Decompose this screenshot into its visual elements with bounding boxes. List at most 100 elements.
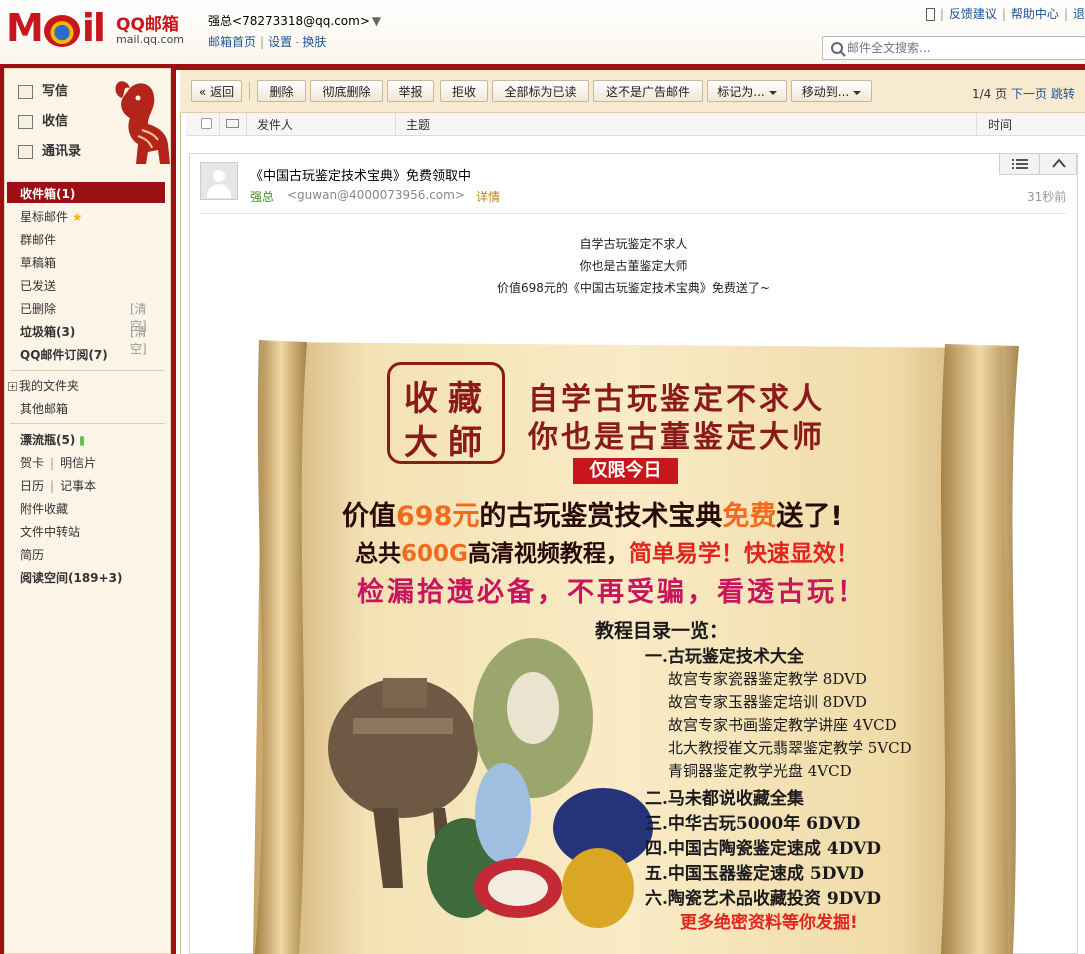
- folder-drafts[interactable]: 草稿箱: [20, 254, 56, 271]
- dropdown-arrow-icon: [768, 90, 777, 95]
- mail-subject: 《中国古玩鉴定技术宝典》免费领取中: [250, 169, 472, 184]
- reading-space-link[interactable]: 阅读空间(189+3): [20, 569, 122, 586]
- feedback-link[interactable]: 反馈建议: [949, 7, 997, 21]
- column-time[interactable]: 时间: [988, 116, 1012, 133]
- folder-starred[interactable]: 星标邮件 ★: [20, 208, 83, 225]
- logout-link[interactable]: 退: [1073, 7, 1085, 21]
- logo-o-icon: [43, 14, 80, 47]
- dropdown-arrow-icon: [853, 90, 862, 95]
- pagination: 1/4 页 下一页 跳转: [972, 85, 1075, 102]
- my-folders-toggle[interactable]: + 我的文件夹: [8, 377, 79, 394]
- user-name: 强总: [208, 14, 233, 28]
- drift-bottle-link[interactable]: 漂流瓶(5): [20, 431, 84, 448]
- resume-link[interactable]: 简历: [20, 546, 44, 563]
- more-resources-text: 更多绝密资料等你发掘!: [680, 913, 858, 933]
- sender-name[interactable]: 强总: [250, 188, 274, 205]
- column-subject[interactable]: 主题: [406, 116, 430, 133]
- compose-button[interactable]: 写信: [18, 80, 68, 99]
- goat-decoration-icon: [115, 81, 170, 164]
- settings-link[interactable]: 设置: [268, 35, 292, 49]
- user-info: 强总<78273318@qq.com> ▼: [208, 12, 381, 29]
- compose-icon: [18, 84, 33, 99]
- not-ad-button[interactable]: 这不是广告邮件: [593, 80, 703, 102]
- folder-deleted[interactable]: 已删除 [清空]: [20, 300, 147, 333]
- calendar-link[interactable]: 日历: [20, 479, 44, 493]
- jump-link[interactable]: 跳转: [1051, 87, 1075, 101]
- bottle-icon: [79, 435, 84, 446]
- search-box[interactable]: [822, 36, 1085, 60]
- search-icon[interactable]: [831, 42, 843, 54]
- toc-item: 五.中国玉器鉴定速成 5DVD: [645, 864, 865, 884]
- account-dropdown-icon[interactable]: ▼: [372, 14, 381, 28]
- select-all-checkbox[interactable]: [201, 118, 212, 129]
- receive-button[interactable]: 收信: [18, 110, 68, 129]
- brand-name: QQ邮箱: [116, 15, 179, 35]
- contacts-button[interactable]: 通讯录: [18, 140, 81, 159]
- collapse-up-icon[interactable]: [1051, 157, 1067, 169]
- expand-icon: +: [8, 382, 17, 391]
- file-transfer-link[interactable]: 文件中转站: [20, 523, 80, 540]
- mail-home-link[interactable]: 邮箱首页: [208, 35, 256, 49]
- toc-item: 一.古玩鉴定技术大全: [645, 647, 804, 667]
- folder-subscriptions[interactable]: QQ邮件订阅(7): [20, 346, 108, 363]
- folder-group[interactable]: 群邮件: [20, 231, 56, 248]
- body-line-1: 自学古玩鉴定不求人: [579, 237, 688, 251]
- report-button[interactable]: 举报: [387, 80, 434, 102]
- help-link[interactable]: 帮助中心: [1011, 7, 1059, 21]
- move-to-dropdown[interactable]: 移动到...: [791, 80, 872, 102]
- mail-header-divider: [200, 213, 1066, 214]
- contacts-icon: [18, 144, 33, 159]
- toc-subitem: 故宫专家玉器鉴定培训 8DVD: [668, 693, 867, 711]
- attachments-link[interactable]: 附件收藏: [20, 500, 68, 517]
- poster-headline-2: 你也是古董鉴定大师: [528, 420, 825, 455]
- mark-all-read-button[interactable]: 全部标为已读: [492, 80, 589, 102]
- user-email: <78273318@qq.com>: [232, 14, 370, 28]
- calendar-links: 日历 | 记事本: [20, 479, 97, 493]
- toc-subitem: 故宫专家瓷器鉴定教学 8DVD: [668, 670, 867, 688]
- permanent-delete-button[interactable]: 彻底删除: [310, 80, 383, 102]
- delete-button[interactable]: 删除: [257, 80, 306, 102]
- next-page-link[interactable]: 下一页: [1011, 87, 1047, 101]
- column-divider: [976, 113, 977, 135]
- top-links: | 反馈建议 | 帮助中心 | 退: [925, 5, 1085, 22]
- promo-line-3: 检漏拾遗必备，不再受骗，看透古玩！: [357, 577, 867, 608]
- today-only-badge: 仅限今日: [573, 458, 678, 484]
- mark-as-dropdown[interactable]: 标记为...: [707, 80, 787, 102]
- reject-button[interactable]: 拒收: [440, 80, 488, 102]
- column-sender[interactable]: 发件人: [257, 116, 293, 133]
- star-icon: ★: [71, 210, 83, 224]
- other-mailbox-link[interactable]: 其他邮箱: [20, 400, 68, 417]
- seal-stamp: 收 藏 大 師: [387, 362, 505, 464]
- sender-avatar[interactable]: [200, 162, 238, 200]
- phone-icon[interactable]: [925, 8, 935, 21]
- column-header-bar: [186, 113, 1085, 136]
- clear-spam-link[interactable]: [清空]: [130, 323, 147, 357]
- postcard-link[interactable]: 明信片: [60, 456, 96, 470]
- notes-link[interactable]: 记事本: [60, 479, 96, 493]
- details-link[interactable]: 详情: [476, 188, 500, 205]
- greeting-card-link[interactable]: 贺卡: [20, 456, 44, 470]
- list-view-icon[interactable]: [1012, 158, 1028, 170]
- column-divider: [395, 113, 396, 135]
- toc-item: 四.中国古陶瓷鉴定速成 4DVD: [645, 839, 882, 859]
- toc-subitem: 北大教授崔文元翡翠鉴定教学 5VCD: [668, 739, 912, 757]
- column-divider: [219, 113, 220, 135]
- toc-title: 教程目录一览：: [595, 620, 729, 642]
- toolbar-divider: [249, 82, 250, 100]
- body-line-2: 你也是古董鉴定大师: [579, 259, 688, 273]
- user-links: 邮箱首页 | 设置 - 换肤: [208, 35, 327, 49]
- qq-mail-logo[interactable]: Mil: [6, 6, 106, 50]
- sidebar-divider: [10, 370, 165, 371]
- folder-sent[interactable]: 已发送: [20, 277, 56, 294]
- back-button[interactable]: « 返回: [191, 80, 242, 102]
- skin-link[interactable]: 换肤: [302, 35, 326, 49]
- folder-spam[interactable]: 垃圾箱(3) [清空]: [20, 323, 147, 356]
- folder-inbox[interactable]: 收件箱(1): [20, 185, 75, 202]
- search-input[interactable]: [845, 39, 1085, 57]
- page-indicator: 1/4 页: [972, 87, 1008, 101]
- body-line-3: 价值698元的《中国古玩鉴定技术宝典》免费送了~: [497, 281, 770, 295]
- toc-item: 六.陶瓷艺术品收藏投资 9DVD: [645, 889, 882, 909]
- brand-url: mail.qq.com: [116, 33, 185, 46]
- promo-line-1: 价值698元的古玩鉴赏技术宝典免费送了!: [342, 501, 843, 532]
- sender-email: <guwan@4000073956.com>: [287, 188, 465, 202]
